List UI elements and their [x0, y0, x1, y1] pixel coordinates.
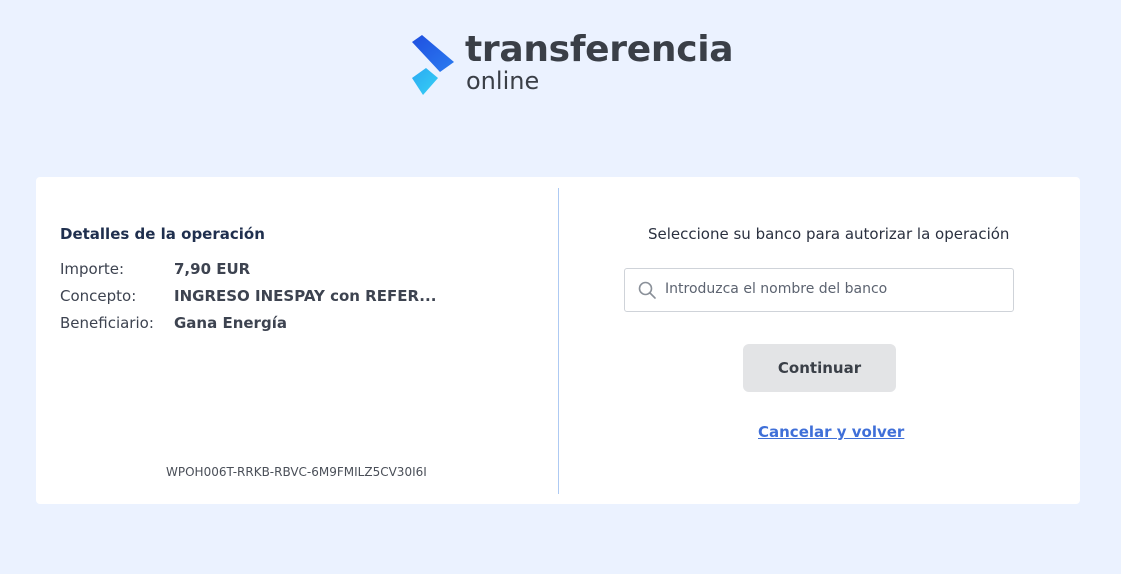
detail-label: Importe: [60, 260, 125, 278]
bank-search-input[interactable] [665, 270, 1005, 308]
vertical-divider [558, 188, 559, 494]
detail-label: Concepto: [60, 287, 137, 305]
brand-logo: transferencia online [410, 29, 734, 98]
bank-selection-title: Seleccione su banco para autorizar la op… [648, 225, 1010, 243]
diamond-arrow-logo-icon [412, 35, 454, 95]
payment-card: Detalles de la operación Importe: 7,90 EU… [36, 177, 1080, 504]
brand-name-line2: online [466, 67, 540, 95]
cancel-and-return-link[interactable]: Cancelar y volver [758, 423, 904, 441]
detail-row-beneficiario: Beneficiario: Gana Energía [60, 314, 287, 332]
operation-reference: WPOH006T-RRKB-RBVC-6M9FMILZ5CV30I6I [166, 465, 427, 479]
details-title: Detalles de la operación [60, 225, 265, 243]
search-icon [638, 281, 656, 299]
detail-row-importe: Importe: 7,90 EUR [60, 260, 250, 278]
bank-search-box[interactable] [624, 268, 1014, 312]
detail-value-beneficiary: Gana Energía [174, 314, 287, 332]
detail-label: Beneficiario: [60, 314, 154, 332]
detail-row-concepto: Concepto: INGRESO INESPAY con REFER... [60, 287, 436, 305]
detail-value-concept: INGRESO INESPAY con REFER... [174, 287, 437, 305]
continue-button[interactable]: Continuar [743, 344, 896, 392]
detail-value-amount: 7,90 EUR [174, 260, 251, 278]
brand-name-line1: transferencia [465, 29, 734, 70]
